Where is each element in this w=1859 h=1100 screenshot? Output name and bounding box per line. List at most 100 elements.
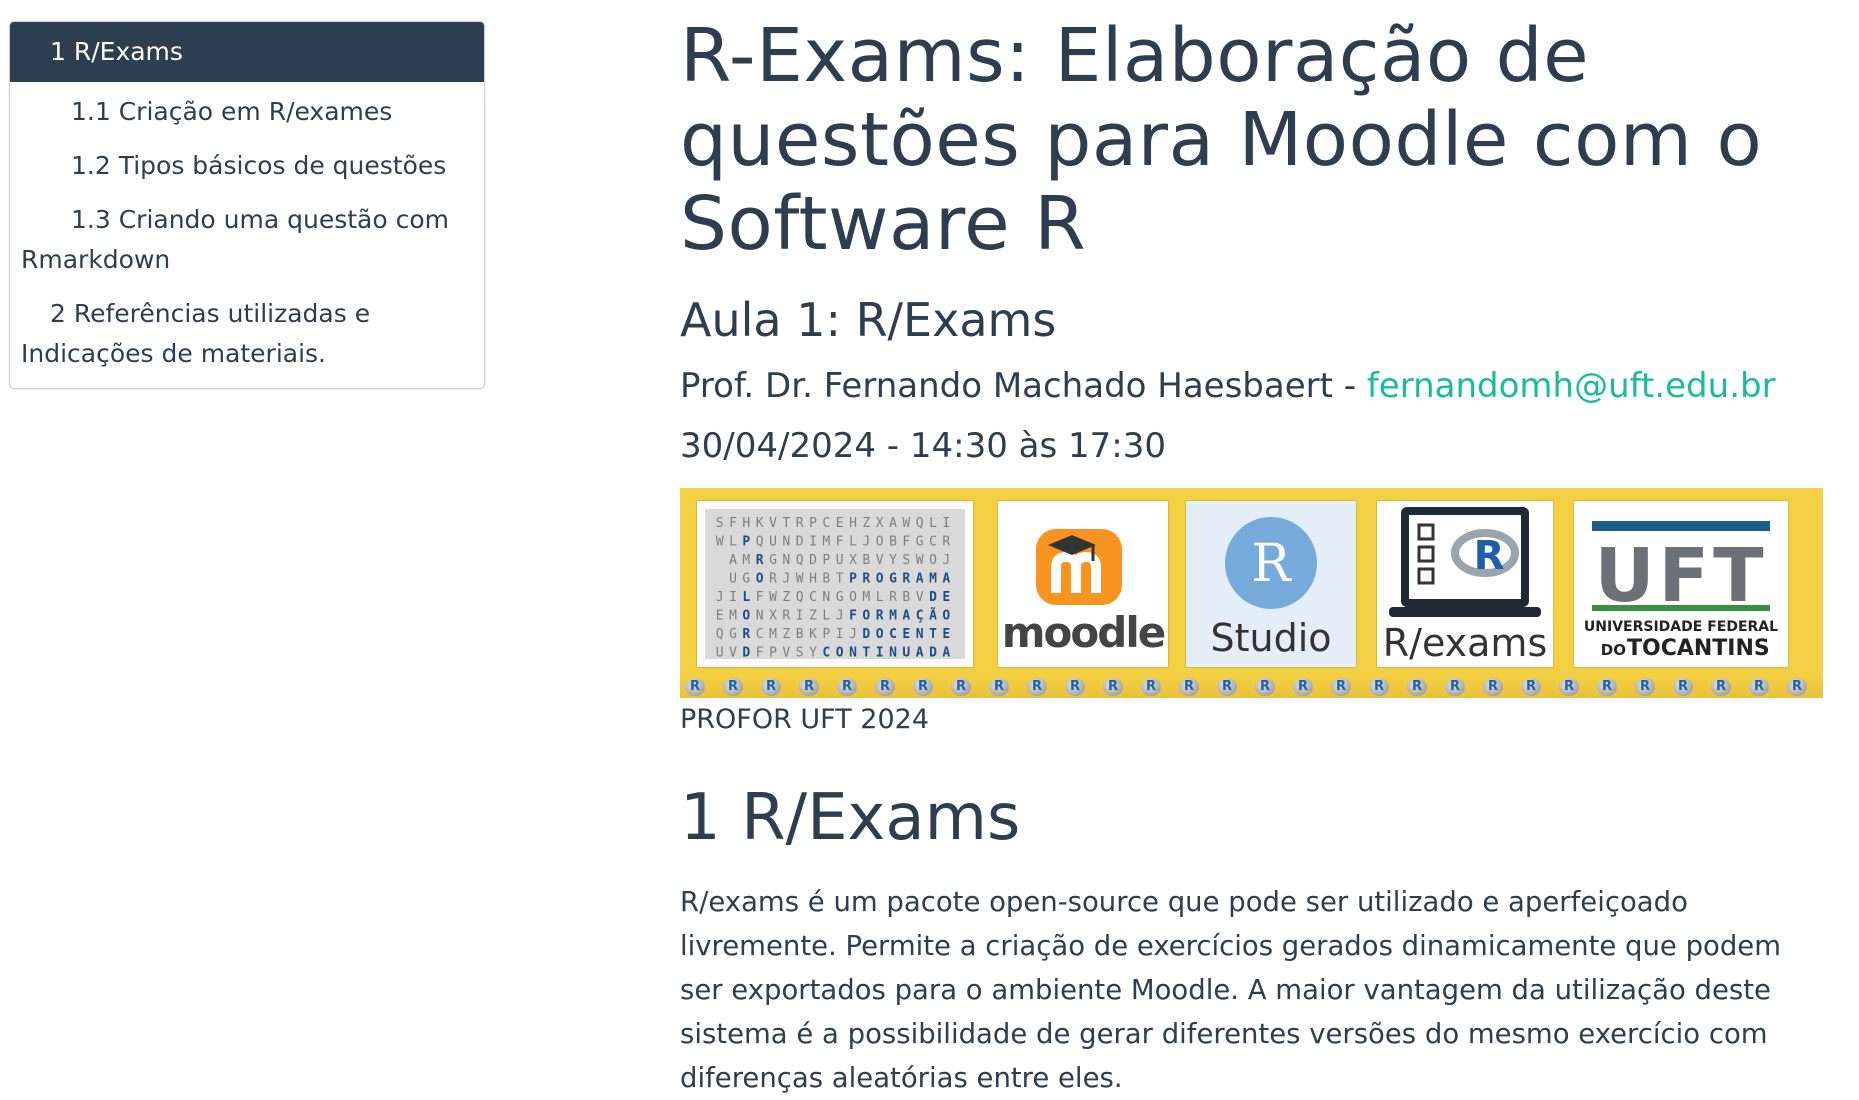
rstudio-text: Studio <box>1210 616 1331 660</box>
wordsearch-letter: C <box>929 535 937 550</box>
wordsearch-letter: T <box>862 646 870 661</box>
wordsearch-letter: M <box>929 572 937 587</box>
wordsearch-letter: F <box>836 535 844 550</box>
r-ball-icon: R <box>951 678 971 696</box>
wordsearch-letter: N <box>782 553 790 568</box>
section-heading: 1 R/Exams <box>680 781 1021 855</box>
wordsearch-letter: Q <box>796 553 804 568</box>
wordsearch-letter: N <box>822 590 830 605</box>
section-paragraph: R/exams é um pacote open-source que pode… <box>680 886 1782 1094</box>
wordsearch-letter: P <box>822 627 830 642</box>
rstudio-r-letter: R <box>1251 534 1292 594</box>
r-ball-icon: R <box>1787 678 1807 696</box>
wordsearch-letter: M <box>889 609 897 624</box>
date-line: 30/04/2024 - 14:30 às 17:30 <box>680 426 1166 466</box>
wordsearch-letter: F <box>902 535 910 550</box>
wordsearch-letter: W <box>769 590 777 605</box>
wordsearch-letter: P <box>769 646 777 661</box>
wordsearch-letter: Q <box>716 627 724 642</box>
wordsearch-letter: O <box>876 627 884 642</box>
wordsearch-letter: Q <box>796 590 804 605</box>
toc-item-rmarkdown[interactable]: 1.3 Criando uma questão com Rmarkdown <box>10 190 484 284</box>
r-ball-icon: R <box>685 678 705 696</box>
toc-item-r-exams[interactable]: 1 R/Exams <box>10 22 484 82</box>
wordsearch-letter: M <box>822 535 830 550</box>
wordsearch-letter: Q <box>756 535 764 550</box>
wordsearch-letter: U <box>836 553 844 568</box>
r-ball-icon: R <box>1635 678 1655 696</box>
wordsearch-letter: L <box>822 609 830 624</box>
r-ball-icon: R <box>1711 678 1731 696</box>
wordsearch-letter: S <box>716 516 724 531</box>
wordsearch-letter: G <box>916 535 924 550</box>
uft-graphic: UFT UNIVERSIDADE FEDERAL DO TOCANTINS <box>1584 521 1778 661</box>
wordsearch-letter: H <box>809 572 817 587</box>
toc-item-tipos-basicos[interactable]: 1.2 Tipos básicos de questões <box>10 136 484 190</box>
wordsearch-letter: D <box>809 553 817 568</box>
wordsearch-letter: F <box>756 646 764 661</box>
author-email-link[interactable]: fernandomh@uft.edu.br <box>1367 366 1776 406</box>
r-ball-icon: R <box>761 678 781 696</box>
wordsearch-letter: T <box>836 572 844 587</box>
wordsearch-letter: A <box>942 646 950 661</box>
wordsearch-letter: X <box>769 609 777 624</box>
r-ball-icon: R <box>1597 678 1617 696</box>
r-ball-icon: R <box>1407 678 1427 696</box>
wordsearch-letter: P <box>809 516 817 531</box>
uft-line1: UNIVERSIDADE FEDERAL <box>1584 619 1778 635</box>
r-ball-icon: R <box>1673 678 1693 696</box>
wordsearch-letter: J <box>836 609 844 624</box>
wordsearch-letter: K <box>809 627 817 642</box>
wordsearch-letter: C <box>822 646 830 661</box>
wordsearch-letter: R <box>782 609 790 624</box>
wordsearch-letter: O <box>862 609 870 624</box>
table-of-contents: 1 R/Exams 1.1 Criação em R/exames 1.2 Ti… <box>9 21 485 389</box>
r-ball-icon: R <box>1559 678 1579 696</box>
wordsearch-letter: D <box>929 646 937 661</box>
wordsearch-letter: V <box>729 646 737 661</box>
wordsearch-letter: M <box>742 553 750 568</box>
r-ball-icon: R <box>1179 678 1199 696</box>
wordsearch-letter: C <box>889 627 897 642</box>
wordsearch-graphic: S F H K V T R P C E H Z X A W Q L IW L P Q U N D I M F L J O B F G C RA M R G… <box>705 509 965 661</box>
wordsearch-letter: U <box>769 535 777 550</box>
r-ball-icon: R <box>1255 678 1275 696</box>
wordsearch-letter: M <box>729 609 737 624</box>
r-ball-icon: R <box>1483 678 1503 696</box>
wordsearch-letter: I <box>729 590 737 605</box>
wordsearch-letter: R <box>796 516 804 531</box>
banner-caption: PROFOR UFT 2024 <box>680 704 930 735</box>
wordsearch-letter: D <box>862 627 870 642</box>
author-name: Prof. Dr. Fernando Machado Haesbaert - <box>680 366 1367 406</box>
r-ball-icon: R <box>1027 678 1047 696</box>
wordsearch-letter: R <box>742 627 750 642</box>
wordsearch-letter: F <box>756 590 764 605</box>
wordsearch-letter: G <box>729 627 737 642</box>
toc-item-criacao[interactable]: 1.1 Criação em R/exames <box>10 82 484 136</box>
wordsearch-letter: T <box>782 516 790 531</box>
r-ball-icon: R <box>1103 678 1123 696</box>
wordsearch-letter: L <box>729 535 737 550</box>
wordsearch-letter: N <box>756 609 764 624</box>
wordsearch-letter: L <box>742 590 750 605</box>
wordsearch-letter: T <box>929 627 937 642</box>
wordsearch-letter: K <box>756 516 764 531</box>
rexams-r-letter: R <box>1474 533 1505 579</box>
wordsearch-letter: C <box>809 590 817 605</box>
wordsearch-letter: H <box>849 516 857 531</box>
wordsearch-letter: B <box>822 572 830 587</box>
wordsearch-logo: SFHKVTRPCEHZXAWQLIWLPQUNDIMFLJOBFGCRAMRG… <box>696 500 974 668</box>
wordsearch-letter: L <box>876 590 884 605</box>
wordsearch-letter: H <box>742 516 750 531</box>
r-ball-icon: R <box>837 678 857 696</box>
wordsearch-letter: P <box>742 535 750 550</box>
r-ball-icon: R <box>1065 678 1085 696</box>
toc-item-referencias[interactable]: 2 Referências utilizadas e Indicações de… <box>10 284 484 376</box>
wordsearch-letter: I <box>942 516 950 531</box>
rexams-text: R/exams <box>1383 621 1548 665</box>
wordsearch-letter: E <box>942 590 950 605</box>
moodle-graphic: moodle <box>1002 529 1167 657</box>
wordsearch-letter: B <box>862 553 870 568</box>
wordsearch-letter: E <box>902 627 910 642</box>
wordsearch-letter: C <box>756 627 764 642</box>
